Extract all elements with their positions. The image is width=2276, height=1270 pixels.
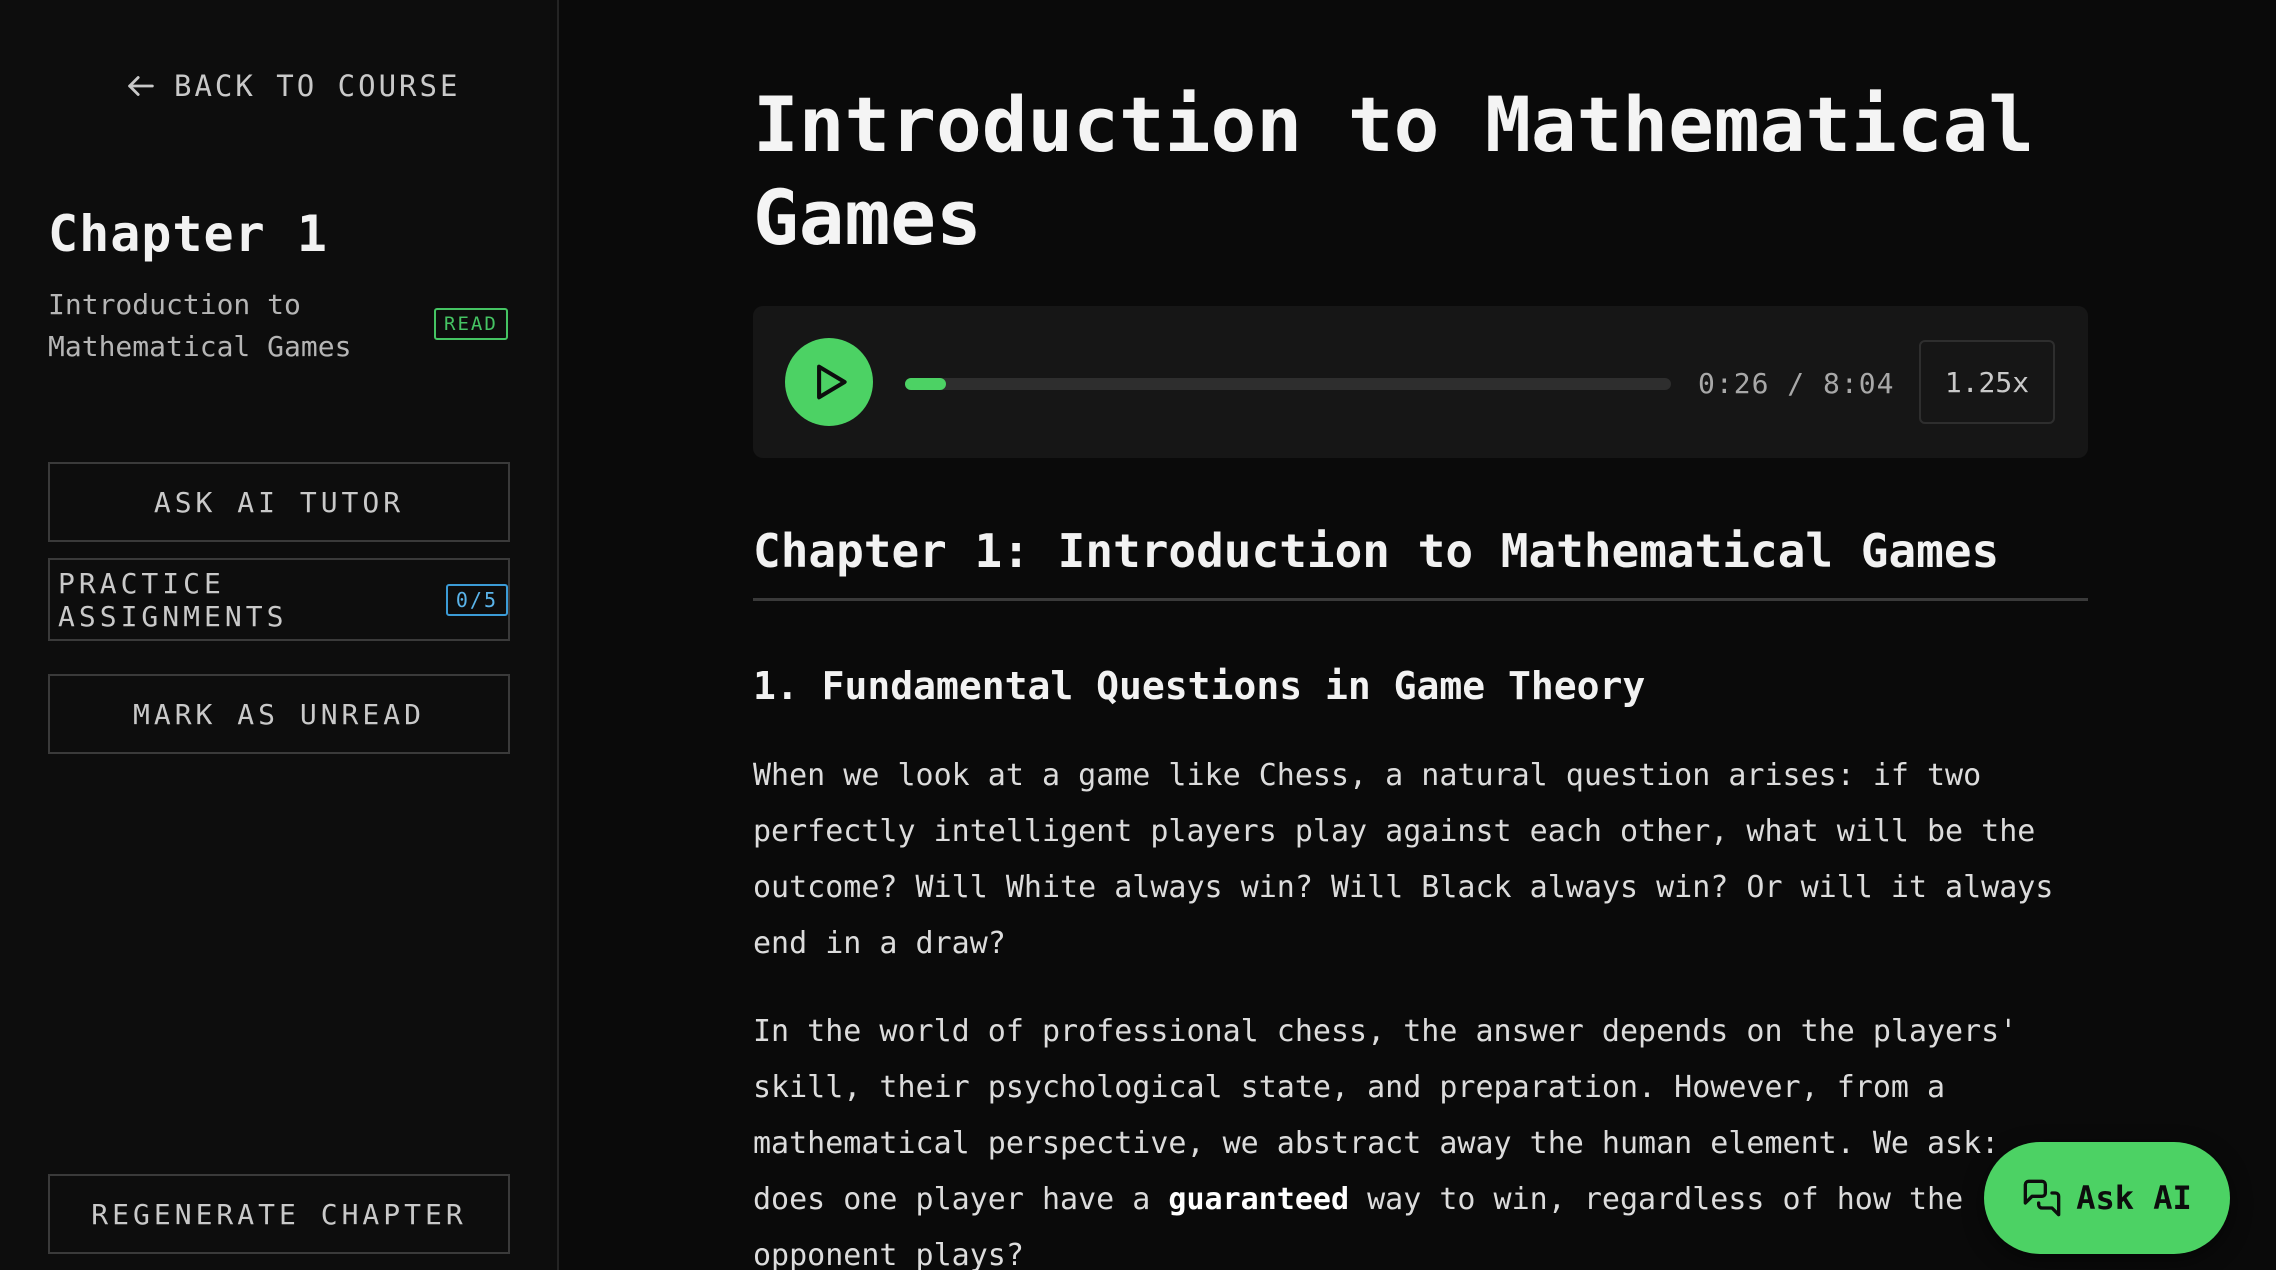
progress-bar[interactable]	[905, 378, 1671, 390]
arrow-left-icon	[128, 76, 154, 96]
mark-as-unread-label: MARK AS UNREAD	[132, 697, 425, 731]
subsection-title: 1. Fundamental Questions in Game Theory	[753, 664, 1646, 708]
play-icon	[817, 364, 847, 400]
practice-assignments-button[interactable]: PRACTICE ASSIGNMENTS 0/5	[48, 558, 510, 641]
time-readout: 0:26 / 8:04	[1698, 367, 1895, 400]
chapter-heading: Chapter 1	[48, 205, 328, 263]
app: BACK TO COURSE Chapter 1 Introduction to…	[0, 0, 2276, 1270]
playback-speed-button[interactable]: 1.25x	[1919, 340, 2055, 424]
page-title: Introduction to Mathematical Games	[753, 80, 2035, 262]
practice-assignments-label: PRACTICE ASSIGNMENTS	[58, 566, 288, 633]
assignments-count-badge: 0/5	[445, 583, 508, 616]
play-button[interactable]	[785, 338, 873, 426]
ask-ai-tutor-label: ASK AI TUTOR	[153, 485, 405, 519]
chat-bubbles-icon	[2023, 1179, 2061, 1217]
back-link-label: BACK TO COURSE	[174, 69, 461, 103]
ask-ai-floating-button[interactable]: Ask AI	[1984, 1142, 2230, 1254]
main-content: Introduction to Mathematical Games 0:26 …	[561, 0, 2276, 1270]
paragraph: When we look at a game like Chess, a nat…	[753, 758, 2054, 961]
back-to-course-link[interactable]: BACK TO COURSE	[124, 66, 460, 106]
chapter-subtitle: Introduction to Mathematical Games	[48, 288, 352, 363]
chapter-section-title: Chapter 1: Introduction to Mathematical …	[753, 524, 2088, 601]
regenerate-chapter-button[interactable]: REGENERATE CHAPTER	[48, 1174, 510, 1254]
mark-as-unread-button[interactable]: MARK AS UNREAD	[48, 674, 510, 754]
audio-player: 0:26 / 8:04 1.25x	[753, 306, 2088, 458]
ask-ai-tutor-button[interactable]: ASK AI TUTOR	[48, 462, 510, 542]
paragraph: In the world of professional chess, the …	[753, 1004, 2088, 1270]
sidebar: BACK TO COURSE Chapter 1 Introduction to…	[0, 0, 559, 1270]
ask-ai-label: Ask AI	[2076, 1179, 2192, 1217]
read-status-badge: READ	[434, 308, 508, 340]
emphasis-text: guaranteed	[1168, 1182, 1350, 1217]
progress-bar-fill	[905, 378, 947, 390]
regenerate-chapter-label: REGENERATE CHAPTER	[91, 1197, 467, 1231]
